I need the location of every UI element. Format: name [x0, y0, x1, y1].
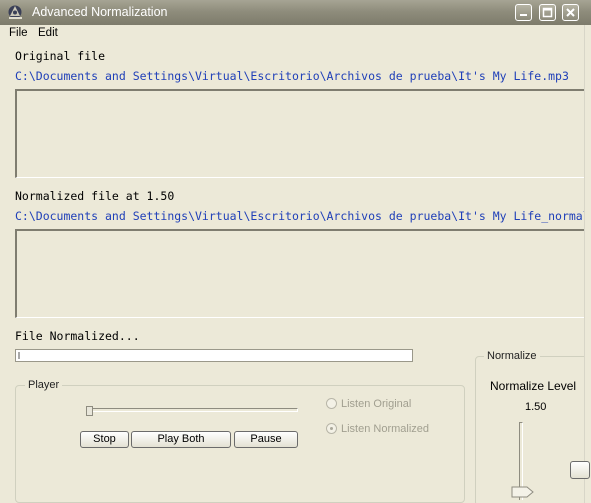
- listen-normalized-radio[interactable]: Listen Normalized: [326, 423, 429, 435]
- app-window: Advanced Normalization File Edit Origina…: [0, 0, 591, 503]
- menu-edit[interactable]: Edit: [38, 27, 58, 39]
- normalized-file-label: Normalized file at 1.50: [15, 189, 175, 203]
- minimize-icon: [520, 14, 527, 16]
- window-title: Advanced Normalization: [32, 5, 168, 19]
- original-waveform[interactable]: [15, 89, 584, 178]
- player-group-title: Player: [25, 379, 63, 391]
- listen-original-radio[interactable]: Listen Original: [326, 398, 411, 410]
- playback-slider-track[interactable]: [88, 408, 298, 412]
- progress-bar: [15, 349, 413, 362]
- app-logo-icon: [8, 5, 22, 19]
- stop-button[interactable]: Stop: [80, 431, 129, 448]
- pause-button[interactable]: Pause: [234, 431, 298, 448]
- original-file-label: Original file: [15, 49, 106, 63]
- maximize-button[interactable]: [539, 4, 556, 21]
- radio-unchecked-icon: [326, 398, 337, 409]
- status-text: File Normalized...: [15, 329, 140, 343]
- close-icon: [566, 8, 575, 17]
- play-both-button[interactable]: Play Both: [131, 431, 231, 448]
- original-file-path: C:\Documents and Settings\Virtual\Escrit…: [15, 69, 569, 83]
- maximize-icon: [542, 7, 553, 18]
- listen-normalized-label: Listen Normalized: [341, 423, 430, 435]
- normalized-file-path: C:\Documents and Settings\Virtual\Escrit…: [15, 209, 591, 223]
- right-window-edge: [584, 25, 591, 503]
- normalize-slider-thumb-icon[interactable]: [511, 486, 535, 498]
- normalized-waveform[interactable]: [15, 229, 584, 318]
- minimize-button[interactable]: [515, 4, 532, 21]
- title-bar[interactable]: Advanced Normalization: [0, 0, 591, 25]
- close-button[interactable]: [562, 4, 579, 21]
- radio-checked-icon: [326, 423, 337, 434]
- playback-slider-thumb[interactable]: [86, 406, 93, 416]
- normalize-level-label: Normalize Level: [490, 379, 577, 393]
- menu-file[interactable]: File: [9, 27, 28, 39]
- menu-bar: File Edit: [0, 25, 584, 43]
- offscreen-button[interactable]: [570, 461, 590, 479]
- normalize-level-value: 1.50: [525, 401, 547, 413]
- normalize-group-title: Normalize: [484, 350, 540, 362]
- listen-original-label: Listen Original: [341, 398, 412, 410]
- progress-fill: [18, 352, 20, 359]
